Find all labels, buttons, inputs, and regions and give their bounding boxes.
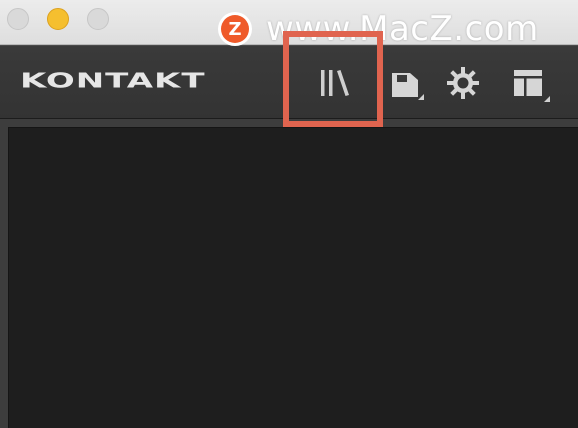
view-button[interactable] [500, 46, 556, 119]
options-button[interactable] [440, 46, 486, 119]
instrument-rack[interactable] [8, 127, 578, 428]
floppy-disk-icon [392, 72, 418, 97]
save-button[interactable] [382, 46, 428, 119]
main-area [0, 118, 578, 428]
zoom-window-button[interactable] [87, 8, 109, 30]
watermark: Z www.MacZ.com [218, 9, 539, 49]
kontakt-toolbar: KONTAKT [0, 45, 578, 119]
watermark-text: www.MacZ.com [266, 9, 539, 49]
close-window-button[interactable] [7, 8, 29, 30]
kontakt-window: KONTAKT Z www.MacZ.com [0, 0, 578, 428]
minimize-window-button[interactable] [47, 8, 69, 30]
view-dropdown-arrow-icon [544, 96, 550, 102]
watermark-logo-letter: Z [221, 15, 249, 43]
library-icon [321, 69, 349, 96]
watermark-logo-icon: Z [218, 12, 252, 46]
library-button[interactable] [300, 46, 370, 119]
layout-icon [514, 69, 542, 96]
kontakt-logo: KONTAKT [20, 69, 206, 93]
save-dropdown-arrow-icon [418, 94, 424, 100]
gear-icon [447, 66, 479, 99]
